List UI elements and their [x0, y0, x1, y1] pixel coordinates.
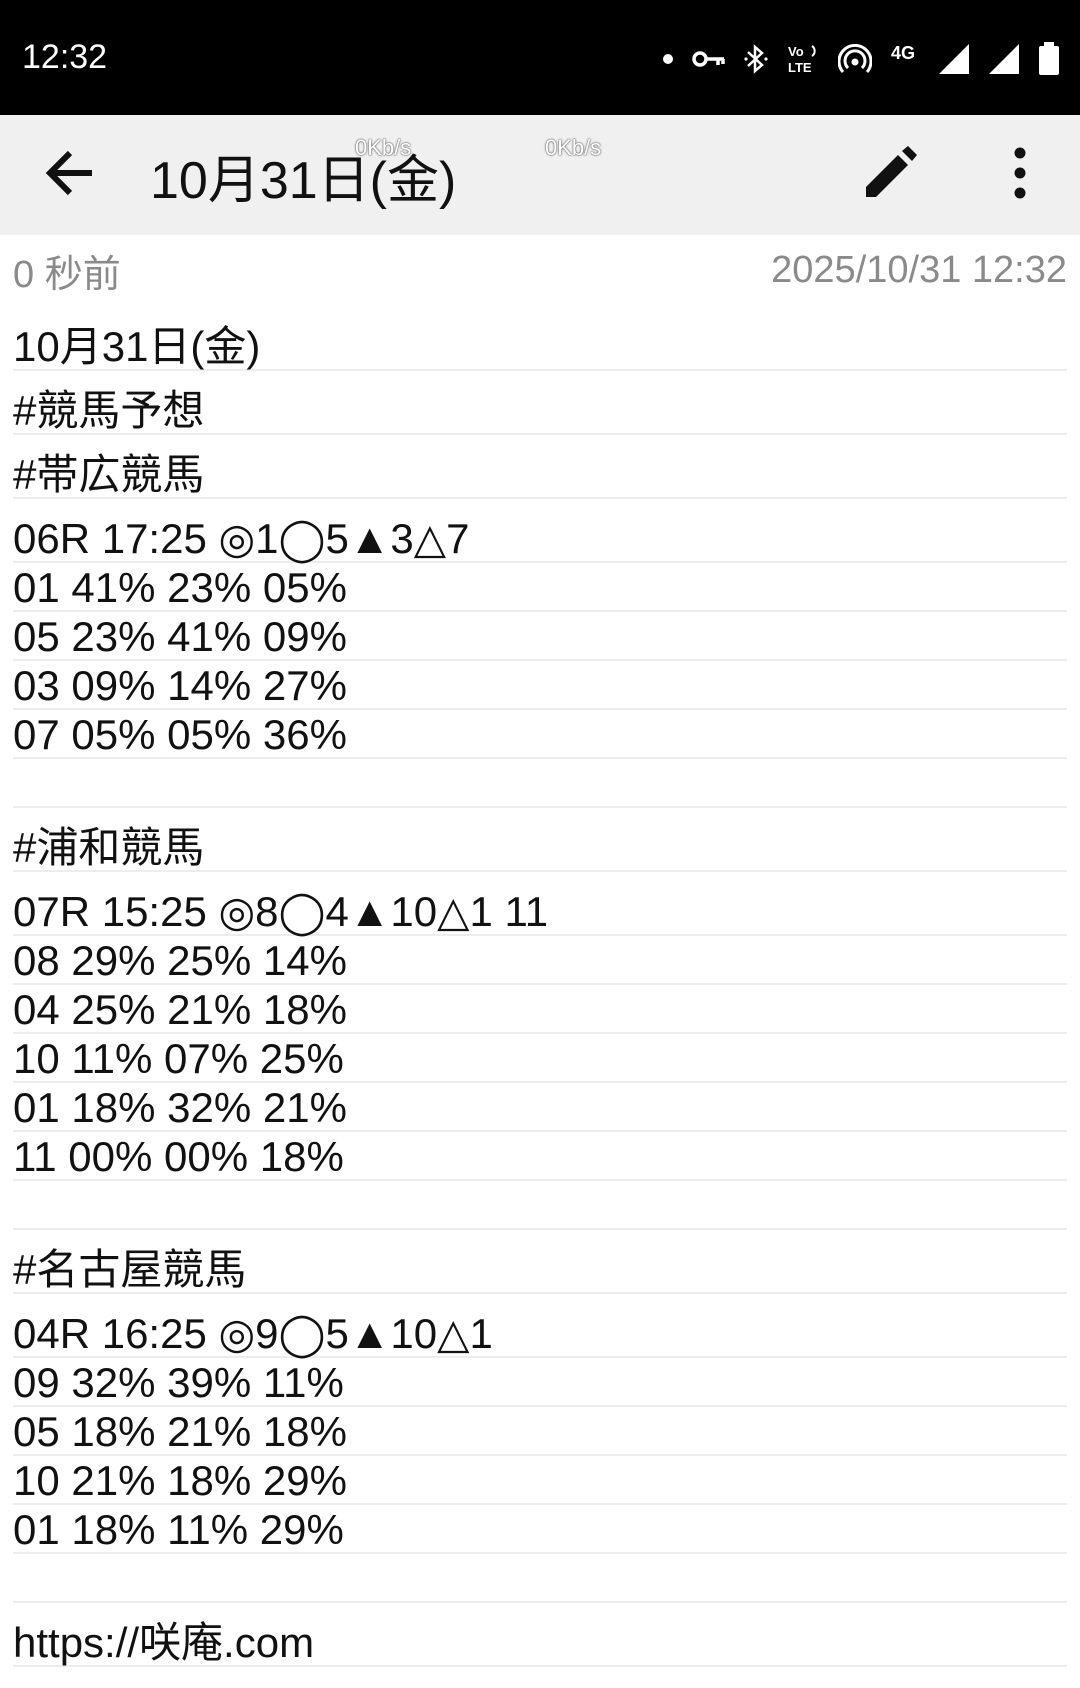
toolbar: 10月31日(金) 0Kb/s 0Kb/s [0, 115, 1080, 235]
note-line: 07 05% 05% 36% [13, 710, 1067, 759]
note-line: 10 11% 07% 25% [13, 1034, 1067, 1083]
note-line: 09 32% 39% 11% [13, 1358, 1067, 1407]
arrow-back-icon [44, 149, 96, 201]
volte-icon: Vo LTE [786, 43, 820, 75]
net-speed-indicator: 0Kb/s [355, 135, 412, 160]
note-line: 10 21% 18% 29% [13, 1456, 1067, 1505]
note-line [13, 759, 1067, 808]
pencil-icon [862, 145, 918, 205]
note-line: 06R 17:25 ◎1◯5▲3△7 [13, 499, 1067, 563]
hotspot-icon [838, 44, 872, 74]
note-line: 10月31日(金) [13, 307, 1067, 371]
note-line: 05 18% 21% 18% [13, 1407, 1067, 1456]
note-line: 11 00% 00% 18% [13, 1132, 1067, 1181]
4g-icon: 4G [890, 43, 920, 75]
signal-icon [988, 43, 1020, 75]
note-line: #名古屋競馬 [13, 1230, 1067, 1294]
edit-button[interactable] [850, 135, 930, 215]
note-line: 05 23% 41% 09% [13, 612, 1067, 661]
signal-icon [938, 43, 970, 75]
svg-text:Vo: Vo [788, 44, 804, 59]
more-options-button[interactable] [980, 135, 1060, 215]
net-speed-indicator: 0Kb/s [545, 135, 602, 160]
vpn-key-icon [692, 48, 726, 70]
note-line: 08 29% 25% 14% [13, 936, 1067, 985]
note-link[interactable]: https://咲庵.com [13, 1603, 1067, 1667]
timestamp: 2025/10/31 12:32 [771, 248, 1067, 291]
status-icons: Vo LTE 4G [662, 42, 1060, 76]
note-line: #帯広競馬 [13, 435, 1067, 499]
note-line: 03 09% 14% 27% [13, 661, 1067, 710]
note-line: 07R 15:25 ◎8◯4▲10△1 11 [13, 872, 1067, 936]
relative-time: 0 秒前 [13, 253, 121, 296]
note-line: 04R 16:25 ◎9◯5▲10△1 [13, 1294, 1067, 1358]
back-button[interactable] [0, 115, 140, 235]
status-bar: 12:32 Vo LTE 4G [0, 0, 1080, 115]
note-line [13, 1181, 1067, 1230]
status-time: 12:32 [22, 38, 108, 76]
note-line: 01 41% 23% 05% [13, 563, 1067, 612]
note-meta: 0 秒前 2025/10/31 12:32 [0, 239, 1080, 301]
toolbar-actions [850, 115, 1060, 235]
bluetooth-icon [744, 43, 768, 75]
svg-text:4G: 4G [891, 43, 915, 63]
note-line: #競馬予想 [13, 371, 1067, 435]
battery-icon [1038, 42, 1060, 76]
note-line [13, 1554, 1067, 1603]
note-body[interactable]: 10月31日(金) #競馬予想 #帯広競馬 06R 17:25 ◎1◯5▲3△7… [0, 307, 1080, 1667]
note-line: #浦和競馬 [13, 808, 1067, 872]
more-vert-icon [1012, 147, 1028, 203]
note-line: 04 25% 21% 18% [13, 985, 1067, 1034]
note-line: 01 18% 32% 21% [13, 1083, 1067, 1132]
dot-icon [662, 53, 674, 65]
note-line: 01 18% 11% 29% [13, 1505, 1067, 1554]
svg-text:LTE: LTE [788, 60, 812, 75]
